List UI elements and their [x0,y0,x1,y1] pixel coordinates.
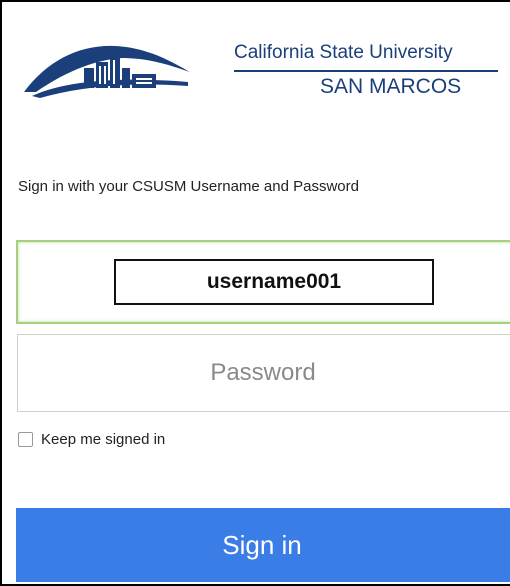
sign-in-button[interactable]: Sign in [16,508,510,582]
campus-skyline-logo-icon [24,45,190,98]
keep-signed-in-label[interactable]: Keep me signed in [41,431,165,448]
csusm-logo: California State University SAN MARCOS [22,28,502,108]
keep-signed-in-checkbox[interactable] [18,431,33,447]
username-field[interactable]: username001 [16,240,510,324]
username-value: username001 [114,259,434,305]
logo-university-name: California State University [234,42,453,63]
sign-in-button-label: Sign in [222,529,302,560]
logo-divider [234,70,498,72]
password-field[interactable]: Password [17,334,510,412]
signin-instructions: Sign in with your CSUSM Username and Pas… [18,178,359,195]
keep-signed-in-row[interactable]: Keep me signed in [18,428,165,450]
login-page: California State University SAN MARCOS S… [0,0,510,586]
password-placeholder: Password [210,359,316,386]
logo-campus-name: SAN MARCOS [320,75,462,98]
